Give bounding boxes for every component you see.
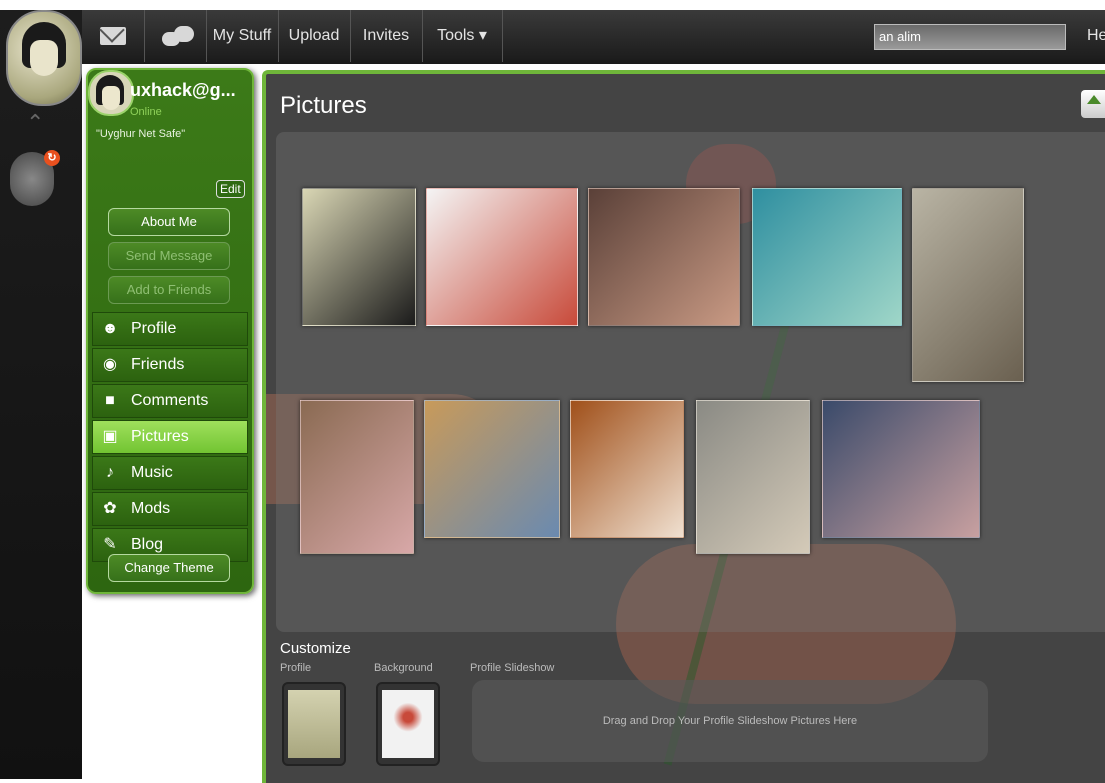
edit-button[interactable]: Edit (216, 180, 245, 198)
chevron-up-icon[interactable]: ⌃ (26, 110, 44, 136)
tools-menu-button[interactable]: Tools ▾ (422, 10, 503, 62)
mail-icon (100, 27, 126, 45)
slideshow-dropzone[interactable]: Drag and Drop Your Profile Slideshow Pic… (472, 680, 988, 762)
menu-item-comments[interactable]: ■ Comments (92, 384, 248, 418)
avatar-face (30, 40, 58, 76)
menu-item-profile[interactable]: ☻ Profile (92, 312, 248, 346)
menu-item-friends[interactable]: ◉ Friends (92, 348, 248, 382)
change-theme-button[interactable]: Change Theme (108, 554, 230, 582)
upload-icon[interactable] (1081, 90, 1105, 118)
background-picture-preview (382, 690, 434, 758)
menu-item-label: Pictures (131, 428, 189, 445)
picture-gallery (276, 132, 1105, 632)
customize-heading: Customize (280, 640, 351, 657)
gallery-thumbnail[interactable] (588, 188, 740, 326)
gallery-thumbnail[interactable] (570, 400, 684, 538)
profile-menu: ☻ Profile ◉ Friends ■ Comments ▣ Picture… (92, 312, 248, 564)
profile-panel: uxhack@g... Online "Uyghur Net Safe" Edi… (86, 68, 254, 594)
gallery-thumbnail[interactable] (426, 188, 578, 326)
refresh-badge-icon: ↻ (44, 150, 60, 166)
menu-item-mods[interactable]: ✿ Mods (92, 492, 248, 526)
gallery-thumbnail[interactable] (300, 400, 414, 554)
avatar-face (102, 86, 120, 110)
invites-button[interactable]: Invites (350, 10, 423, 62)
search-input[interactable]: an alim (874, 24, 1066, 50)
gallery-thumbnail[interactable] (912, 188, 1024, 382)
profile-slideshow-label: Profile Slideshow (470, 662, 555, 674)
mail-button[interactable] (82, 10, 145, 62)
comments-icon: ■ (105, 392, 115, 409)
upload-button[interactable]: Upload (278, 10, 351, 62)
gallery-thumbnail[interactable] (822, 400, 980, 538)
background-label: Background (374, 662, 433, 674)
top-navigation-bar: My Stuff Upload Invites Tools ▾ an alim … (82, 10, 1105, 64)
page-title: Pictures (280, 92, 367, 119)
profile-picture-preview (288, 690, 340, 758)
pencil-icon: ✎ (103, 536, 117, 553)
gallery-thumbnail[interactable] (302, 188, 416, 326)
gallery-thumbnail[interactable] (696, 400, 810, 554)
user-avatar[interactable] (6, 10, 82, 106)
online-status: Online (130, 106, 162, 118)
menu-item-music[interactable]: ♪ Music (92, 456, 248, 490)
profile-quote: "Uyghur Net Safe" (96, 128, 186, 140)
help-link[interactable]: He (1087, 10, 1105, 62)
menu-item-label: Music (131, 464, 173, 481)
my-stuff-button[interactable]: My Stuff (206, 10, 279, 62)
menu-item-label: Comments (131, 392, 209, 409)
chat-button[interactable] (144, 10, 207, 62)
add-to-friends-button[interactable]: Add to Friends (108, 276, 230, 304)
pictures-content-area: Pictures Customize Profile Background Pr… (262, 70, 1105, 783)
profile-picture-slot[interactable] (282, 682, 346, 766)
menu-item-pictures[interactable]: ▣ Pictures (92, 420, 248, 454)
gallery-thumbnail[interactable] (752, 188, 902, 326)
gallery-thumbnail[interactable] (424, 400, 560, 538)
camera-icon: ▣ (102, 428, 118, 445)
background-picture-slot[interactable] (376, 682, 440, 766)
left-rail: ⌃ ↻ (0, 10, 82, 779)
headphones-icon: ♪ (106, 464, 114, 481)
send-message-button[interactable]: Send Message (108, 242, 230, 270)
profile-avatar[interactable] (88, 70, 134, 116)
menu-item-label: Mods (131, 500, 171, 517)
mods-icon: ✿ (103, 500, 117, 517)
menu-item-label: Friends (131, 356, 185, 373)
profile-name: uxhack@g... (130, 80, 236, 100)
menu-item-label: Profile (131, 320, 177, 337)
about-me-button[interactable]: About Me (108, 208, 230, 236)
profile-label: Profile (280, 662, 312, 674)
friends-icon: ◉ (103, 356, 117, 373)
person-icon: ☻ (101, 320, 119, 337)
